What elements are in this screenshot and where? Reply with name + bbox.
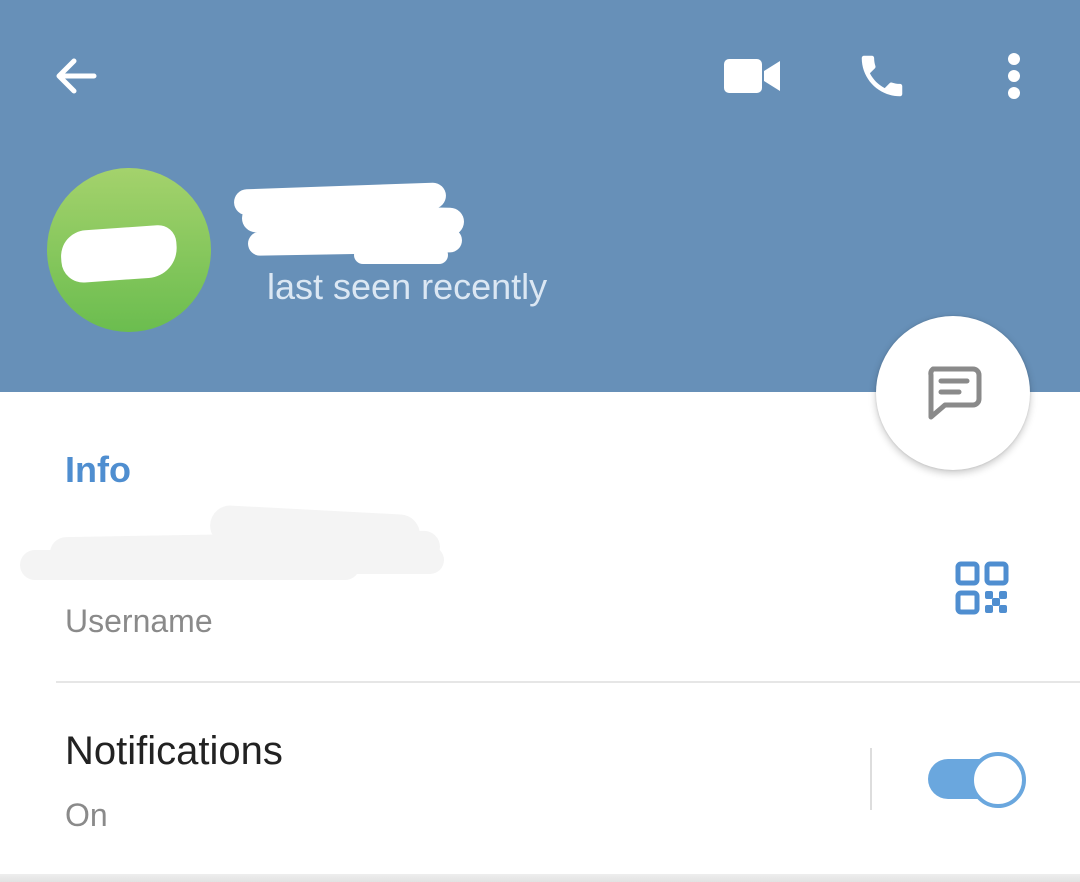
redacted-username[interactable] xyxy=(20,504,444,588)
profile-screen: last seen recently Info Username Notific… xyxy=(0,0,1080,882)
row-divider xyxy=(56,681,1080,683)
more-options-button[interactable] xyxy=(984,36,1044,116)
section-bottom-shadow xyxy=(0,874,1080,882)
qr-code-button[interactable] xyxy=(946,552,1018,624)
last-seen-status: last seen recently xyxy=(267,266,548,307)
info-section-title: Info xyxy=(65,449,131,490)
notifications-toggle[interactable] xyxy=(928,752,1026,808)
avatar[interactable] xyxy=(47,168,211,332)
arrow-left-icon xyxy=(56,58,97,94)
video-call-button[interactable] xyxy=(712,36,792,116)
redacted-contact-name xyxy=(233,182,466,264)
toggle-knob xyxy=(970,752,1026,808)
notifications-status: On xyxy=(65,797,108,833)
voice-call-button[interactable] xyxy=(842,36,922,116)
qr-code-icon xyxy=(955,561,1009,615)
toggle-separator xyxy=(870,748,872,810)
notifications-title[interactable]: Notifications xyxy=(65,726,283,776)
message-icon xyxy=(928,366,982,420)
username-label: Username xyxy=(65,603,213,639)
send-message-button[interactable] xyxy=(876,316,1030,470)
phone-icon xyxy=(861,55,903,97)
video-camera-icon xyxy=(724,59,780,93)
back-button[interactable] xyxy=(36,36,116,116)
redacted-initials xyxy=(59,224,179,284)
more-vertical-icon xyxy=(1008,53,1020,99)
